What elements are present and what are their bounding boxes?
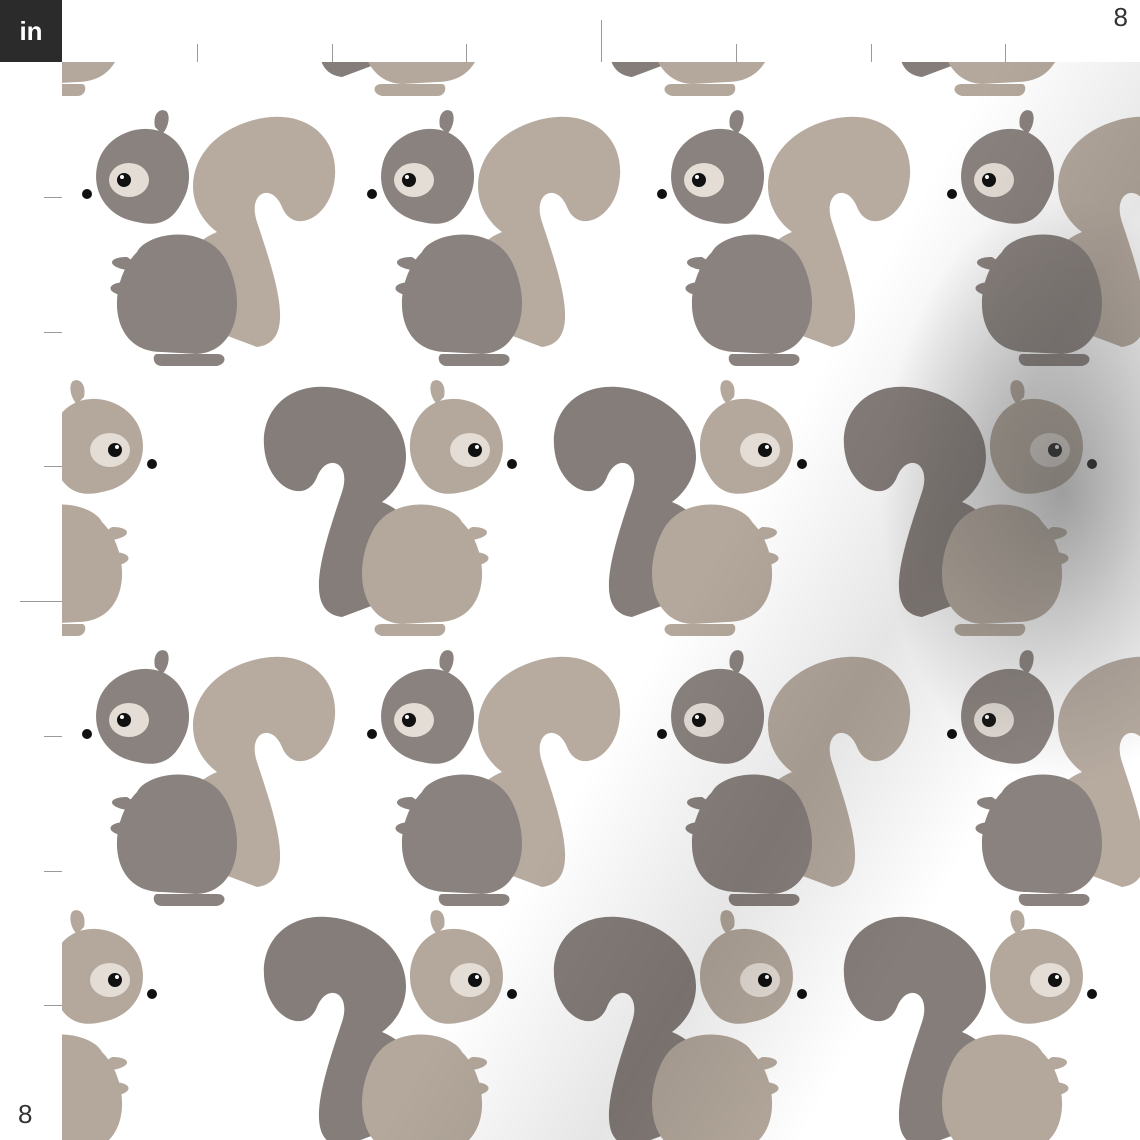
squirrel-motif <box>843 910 1097 1140</box>
top-ruler-tick <box>601 20 602 62</box>
squirrel-motif <box>62 380 158 636</box>
squirrel-motif <box>263 380 517 636</box>
ruler-unit-badge: in <box>0 0 62 62</box>
squirrel-motif <box>367 650 621 906</box>
left-ruler-tick <box>44 332 62 333</box>
squirrel-motif <box>657 110 911 366</box>
squirrel-motif <box>263 910 517 1140</box>
left-ruler-tick <box>20 601 62 602</box>
squirrel-motif <box>843 380 1097 636</box>
squirrel-motif <box>947 110 1140 366</box>
left-ruler-tick <box>44 466 62 467</box>
squirrel-motif <box>843 62 1097 96</box>
squirrel-motif <box>263 62 517 96</box>
left-ruler-tick <box>44 736 62 737</box>
squirrel-motif <box>657 650 911 906</box>
squirrel-motif <box>947 650 1140 906</box>
top-ruler-end-label: 8 <box>1113 2 1128 32</box>
squirrel-motif <box>553 380 807 636</box>
top-ruler: 8 <box>62 0 1140 63</box>
squirrel-motif <box>367 110 621 366</box>
squirrel-motif <box>82 110 336 366</box>
left-ruler: 8 <box>0 62 63 1140</box>
fabric-swatch <box>62 62 1140 1140</box>
left-ruler-end-label: 8 <box>18 1099 33 1129</box>
top-ruler-tick <box>736 44 737 62</box>
top-ruler-tick <box>1005 44 1006 62</box>
top-ruler-tick <box>332 44 333 62</box>
top-ruler-tick <box>197 44 198 62</box>
left-ruler-tick <box>44 871 62 872</box>
left-ruler-tick <box>44 197 62 198</box>
squirrel-motif <box>553 910 807 1140</box>
top-ruler-tick <box>466 44 467 62</box>
squirrel-motif <box>553 62 807 96</box>
squirrel-motif <box>82 650 336 906</box>
squirrel-motif <box>62 62 158 96</box>
top-ruler-tick <box>871 44 872 62</box>
squirrel-pattern <box>62 62 1140 1140</box>
squirrel-motif <box>62 910 158 1140</box>
left-ruler-tick <box>44 1005 62 1006</box>
